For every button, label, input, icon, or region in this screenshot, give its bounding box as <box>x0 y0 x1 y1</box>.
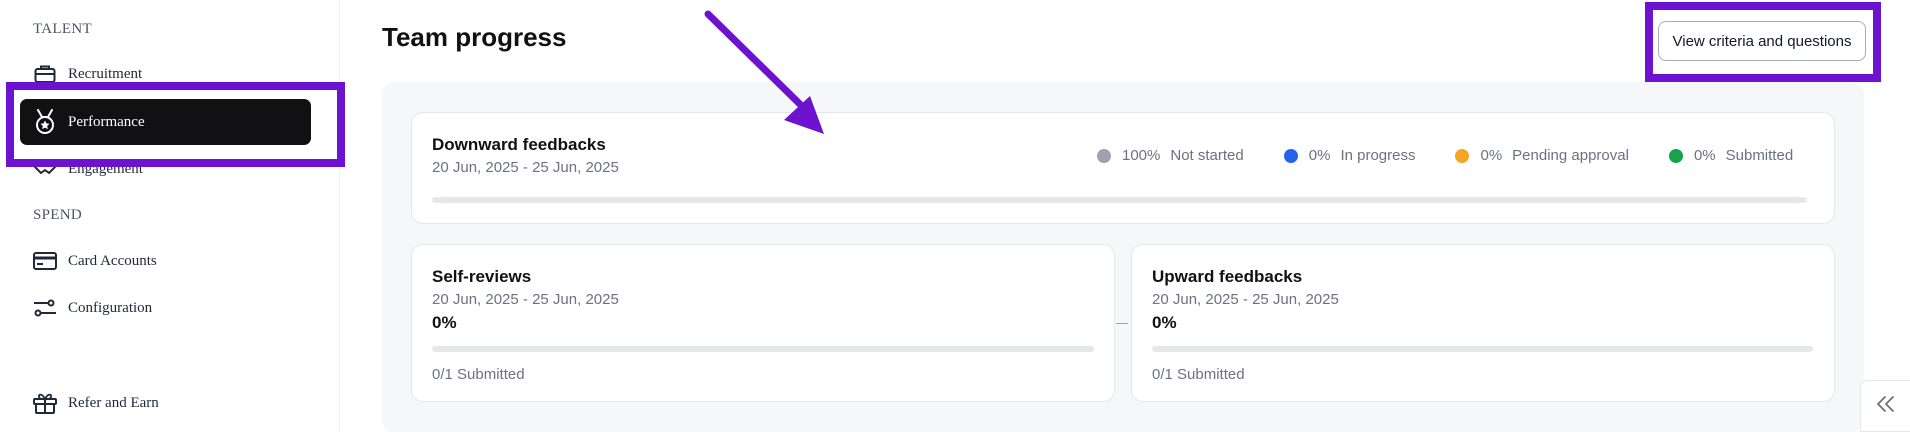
downward-progress-bar <box>432 197 1807 203</box>
legend-item-pending-approval: 0% Pending approval <box>1455 147 1629 164</box>
upward-progress-bar <box>1152 346 1813 352</box>
card-date-range: 20 Jun, 2025 - 25 Jun, 2025 <box>432 159 619 176</box>
card-date-range: 20 Jun, 2025 - 25 Jun, 2025 <box>432 291 619 308</box>
sidebar-item-refer-and-earn[interactable]: Refer and Earn <box>20 380 311 426</box>
legend-label: Not started <box>1170 147 1244 164</box>
card-date-range: 20 Jun, 2025 - 25 Jun, 2025 <box>1152 291 1339 308</box>
sliders-icon <box>32 295 58 321</box>
legend-item-not-started: 100% Not started <box>1097 147 1244 164</box>
card-title: Self-reviews <box>432 267 532 286</box>
annotation-arrow <box>704 10 824 134</box>
legend-item-submitted: 0% Submitted <box>1668 147 1794 164</box>
status-dot <box>1668 148 1683 163</box>
legend-label: Submitted <box>1725 147 1794 164</box>
double-chevron-left-icon <box>1876 395 1896 418</box>
card-title: Upward feedbacks <box>1152 267 1303 286</box>
divider-dash <box>1116 323 1128 324</box>
sidebar-item-label: Card Accounts <box>68 252 157 269</box>
submitted-count: 0/1 Submitted <box>432 366 525 383</box>
sidebar-item-label: Configuration <box>68 299 153 316</box>
sidebar-item-label: Recruitment <box>68 65 143 82</box>
page-title: Team progress <box>382 22 567 52</box>
sidebar: TALENT Recruitment Engagement Performanc… <box>0 0 340 432</box>
legend-percent: 0% <box>1693 147 1716 164</box>
credit-card-icon <box>32 248 58 274</box>
sidebar-item-card-accounts[interactable]: Card Accounts <box>20 238 311 284</box>
downward-feedbacks-card <box>411 112 1835 224</box>
legend-label: Pending approval <box>1512 147 1629 164</box>
section-label-spend: SPEND <box>33 207 83 223</box>
submitted-count: 0/1 Submitted <box>1152 366 1245 383</box>
highlight-box-criteria <box>1645 2 1881 82</box>
status-legend: 100% Not started 0% In progress 0% Pendi… <box>1097 147 1793 164</box>
status-dot <box>1455 148 1470 163</box>
card-percent: 0% <box>1152 313 1177 332</box>
legend-percent: 0% <box>1480 147 1503 164</box>
gift-icon <box>32 390 58 416</box>
highlight-box-performance <box>6 82 345 167</box>
legend-item-in-progress: 0% In progress <box>1283 147 1416 164</box>
card-percent: 0% <box>432 313 457 332</box>
card-title: Downward feedbacks <box>432 135 606 154</box>
status-dot <box>1283 148 1298 163</box>
status-dot <box>1097 148 1111 163</box>
legend-label: In progress <box>1340 147 1416 164</box>
collapse-panel-button[interactable] <box>1860 380 1910 432</box>
section-label-talent: TALENT <box>33 21 92 37</box>
sidebar-item-label: Refer and Earn <box>68 394 159 411</box>
legend-percent: 0% <box>1308 147 1331 164</box>
sidebar-item-configuration[interactable]: Configuration <box>20 285 311 331</box>
legend-percent: 100% <box>1122 147 1161 164</box>
self-reviews-progress-bar <box>432 346 1094 352</box>
